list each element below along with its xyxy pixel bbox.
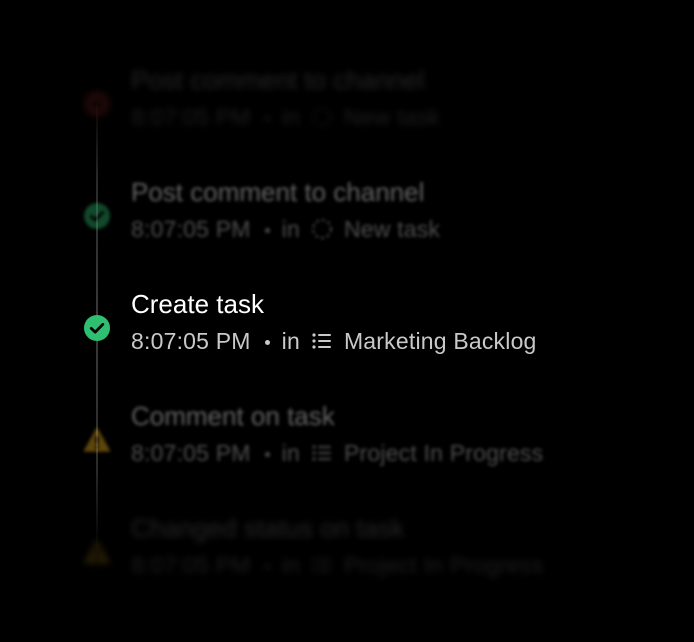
- separator-dot: [264, 563, 270, 569]
- item-time: 8:07:05 PM: [131, 439, 251, 466]
- separator-dot: [264, 115, 270, 121]
- item-location-link[interactable]: Project In Progress: [344, 552, 543, 579]
- activity-timeline: Post comment to channel 8:07:05 PM in Ne…: [0, 0, 694, 642]
- warning-icon: [83, 538, 111, 566]
- timeline-item-post-comment-error[interactable]: Post comment to channel 8:07:05 PM in Ne…: [0, 62, 694, 142]
- dashed-circle-icon: [310, 105, 334, 129]
- item-time: 8:07:05 PM: [131, 327, 251, 354]
- dashed-circle-icon: [310, 217, 334, 241]
- item-location-link[interactable]: New task: [344, 104, 440, 131]
- item-meta: 8:07:05 PM in New task: [131, 212, 440, 246]
- item-title: Changed status on task: [131, 513, 405, 543]
- item-location-link[interactable]: New task: [344, 216, 440, 243]
- item-meta: 8:07:05 PM in Project In Progress: [131, 436, 543, 470]
- in-label: in: [281, 215, 300, 242]
- check-circle-icon: [83, 314, 111, 342]
- item-location-link[interactable]: Project In Progress: [344, 440, 543, 467]
- timeline-item-post-comment[interactable]: Post comment to channel 8:07:05 PM in Ne…: [0, 174, 694, 254]
- item-meta: 8:07:05 PM in Marketing Backlog: [131, 324, 537, 358]
- warning-icon: [83, 426, 111, 454]
- timeline-item-comment-on-task[interactable]: Comment on task 8:07:05 PM in Project In…: [0, 398, 694, 478]
- item-title: Post comment to channel: [131, 65, 425, 95]
- separator-dot: [264, 451, 270, 457]
- in-label: in: [281, 439, 300, 466]
- item-meta: 8:07:05 PM in Project In Progress: [131, 548, 543, 582]
- separator-dot: [264, 227, 270, 233]
- in-label: in: [281, 103, 300, 130]
- error-icon: [83, 90, 111, 118]
- item-location-link[interactable]: Marketing Backlog: [344, 328, 537, 355]
- list-icon: [310, 553, 334, 577]
- list-icon: [310, 441, 334, 465]
- in-label: in: [281, 551, 300, 578]
- list-icon: [310, 329, 334, 353]
- separator-dot: [264, 339, 270, 345]
- in-label: in: [281, 327, 300, 354]
- item-title: Comment on task: [131, 401, 335, 431]
- item-meta: 8:07:05 PM in New task: [131, 100, 440, 134]
- item-time: 8:07:05 PM: [131, 551, 251, 578]
- timeline-item-changed-status[interactable]: Changed status on task 8:07:05 PM in Pro…: [0, 510, 694, 590]
- timeline-item-create-task[interactable]: Create task 8:07:05 PM in Marketing Back…: [0, 286, 694, 366]
- check-circle-icon: [83, 202, 111, 230]
- item-title: Create task: [131, 289, 264, 319]
- item-title: Post comment to channel: [131, 177, 425, 207]
- item-time: 8:07:05 PM: [131, 103, 251, 130]
- item-time: 8:07:05 PM: [131, 215, 251, 242]
